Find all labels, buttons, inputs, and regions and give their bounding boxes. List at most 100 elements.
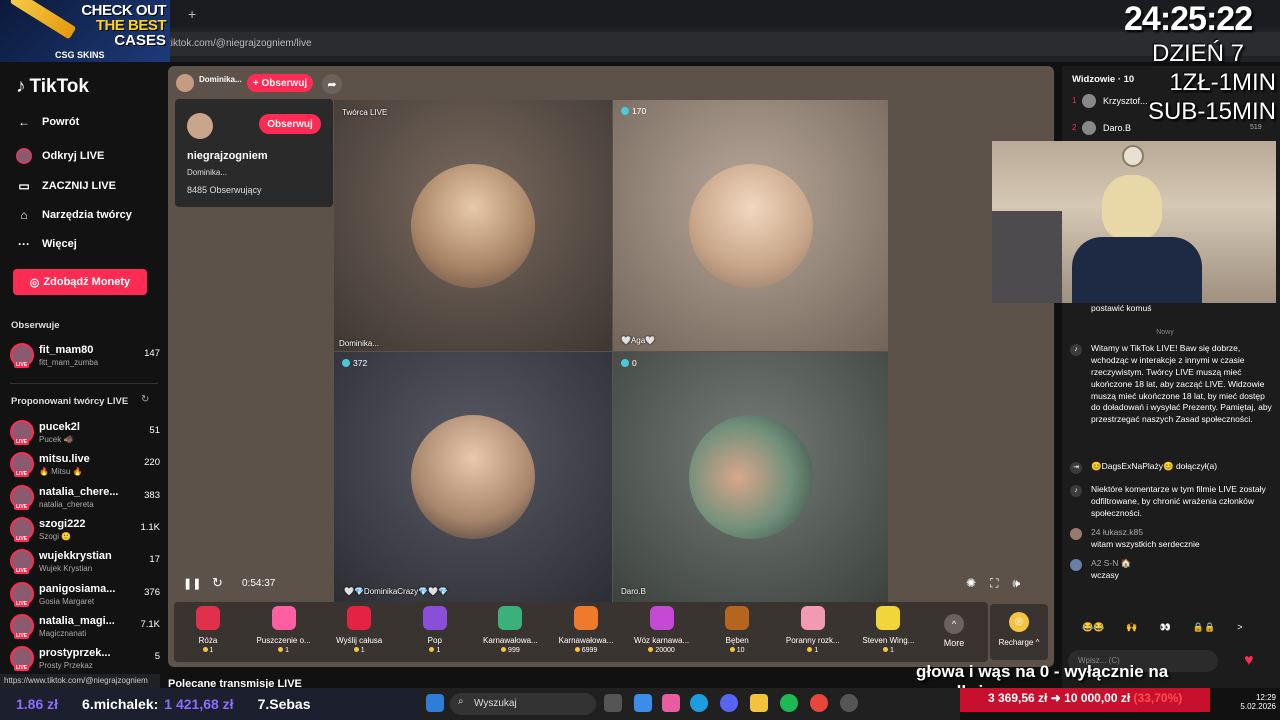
reaction-button[interactable]: 🙌 <box>1126 622 1137 633</box>
gift-item[interactable]: Karnawałowa... 999 <box>476 606 544 654</box>
widgets-icon[interactable] <box>634 694 652 712</box>
gift-name: Karnawałowa... <box>558 636 614 645</box>
tiktok-note-icon: ♪ <box>16 76 26 97</box>
viewer-name[interactable]: Daro.B <box>1103 123 1131 133</box>
suggested-header: Proponowani twórcy LIVE <box>11 396 129 407</box>
user-name: mitsu.live <box>39 453 90 466</box>
live-badge: LIVE <box>14 471 30 478</box>
gift-item[interactable]: Wóz karnawa... 20000 <box>628 606 696 654</box>
avatar[interactable] <box>187 113 213 139</box>
reaction-button[interactable]: > <box>1237 622 1242 633</box>
user-sub: Wujek Krystian <box>39 564 93 574</box>
gifts-more-button[interactable]: ^ More <box>932 614 976 648</box>
live-badge: LIVE <box>14 600 30 607</box>
suggested-creator[interactable]: LIVE natalia_chere... natalia_chereta 383 <box>10 482 160 512</box>
settings-icon[interactable]: ✺ <box>966 576 976 591</box>
participant-avatar <box>411 163 535 288</box>
message-user: A2 S-N 🏠 <box>1091 558 1132 568</box>
fullscreen-icon[interactable]: ⛶ <box>990 576 998 591</box>
explorer-icon[interactable] <box>750 694 768 712</box>
follow-button[interactable]: + Obserwuj <box>247 74 313 92</box>
stream-tile-guest[interactable]: 170 🤍Aga🤍 <box>613 100 888 351</box>
chat-message[interactable]: 24 łukasz.k85 witam wszystkich serdecznie <box>1070 527 1272 551</box>
reaction-bar: 😂😂 🙌 👀 🔒🔒 > <box>1082 622 1243 633</box>
reaction-button[interactable]: 😂😂 <box>1082 622 1104 633</box>
ticker-name: 7.Sebas <box>257 696 311 712</box>
user-name: wujekkrystian <box>39 550 112 563</box>
obs-icon[interactable] <box>840 694 858 712</box>
message-user: 24 łukasz.k85 <box>1091 527 1143 537</box>
share-icon[interactable]: ➦ <box>322 74 342 94</box>
address-bar[interactable]: tiktok.com/@niegrajzogniem/live <box>160 32 1280 56</box>
gift-price: 20000 <box>628 647 696 654</box>
nav-back[interactable]: ← Powrót <box>16 114 79 130</box>
spotify-icon[interactable] <box>780 694 798 712</box>
viewers-header[interactable]: Widzowie · 10 <box>1072 74 1134 85</box>
edge-icon[interactable] <box>690 694 708 712</box>
stream-tile-guest[interactable]: 372 🤍💎DominikaCrazy💎🤍💎 <box>334 352 612 602</box>
viewer-count: 1.1K <box>140 521 160 533</box>
volume-icon[interactable]: 🕪 <box>1012 576 1020 591</box>
participant-avatar <box>411 415 535 539</box>
suggested-creator[interactable]: LIVE pucek2l Pucek 🐗 51 <box>10 417 160 447</box>
nav-more[interactable]: ··· Więcej <box>16 236 77 252</box>
search-icon: ⌕ <box>458 696 464 707</box>
suggested-creator[interactable]: LIVE panigosiama... Gosia Margaret 376 <box>10 579 160 609</box>
following-item[interactable]: LIVE fit_mam80 fitt_mam_zumba 147 <box>10 340 160 370</box>
suggested-creator[interactable]: LIVE prostyprzek... Prosty Przekaz 5 <box>10 643 160 673</box>
reaction-button[interactable]: 👀 <box>1160 622 1171 633</box>
nav-creator-tools[interactable]: ⌂ Narzędzia twórcy <box>16 207 132 223</box>
gift-item[interactable]: Poranny rozk... 1 <box>779 606 847 654</box>
task-view-icon[interactable] <box>604 694 622 712</box>
pause-button[interactable]: ❚❚ <box>183 577 201 590</box>
knife-icon <box>9 0 77 40</box>
suggested-creator[interactable]: LIVE natalia_magi... Magicznanati 7.1K <box>10 611 160 641</box>
promo-line-3: CASES <box>114 32 166 49</box>
card-follow-button[interactable]: Obserwuj <box>259 114 321 134</box>
nav-discover-live[interactable]: Odkryj LIVE <box>16 148 104 164</box>
tiktok-logo[interactable]: ♪ TikTok <box>16 76 89 98</box>
avatar <box>1070 559 1082 571</box>
user-name: pucek2l <box>39 421 80 433</box>
gift-item[interactable]: Steven Wing... 1 <box>854 606 922 654</box>
gift-price: 1 <box>174 647 242 654</box>
host-name[interactable]: Dominika... <box>199 75 242 84</box>
message-text: Witamy w TikTok LIVE! Baw się dobrze, wc… <box>1091 343 1272 425</box>
count-value: 372 <box>353 358 368 368</box>
goal-percent: (33,70%) <box>1133 691 1183 705</box>
live-badge: LIVE <box>14 665 30 672</box>
gift-item[interactable]: Bęben 10 <box>703 606 771 654</box>
gift-item[interactable]: Puszczenie o... 1 <box>250 606 318 654</box>
gift-item[interactable]: Róża 1 <box>174 606 242 654</box>
gift-item[interactable]: Pop 1 <box>401 606 469 654</box>
get-coins-button[interactable]: ◎ Zdobądź Monety <box>13 269 147 295</box>
host-avatar[interactable] <box>176 74 194 92</box>
suggested-creator[interactable]: LIVE wujekkrystian Wujek Krystian 17 <box>10 546 160 576</box>
gift-item[interactable]: Wyślij całusa 1 <box>325 606 393 654</box>
chevron-up-icon: ^ <box>944 614 964 634</box>
chrome-icon[interactable] <box>810 694 828 712</box>
gift-icon <box>876 606 901 630</box>
new-tab-button[interactable]: + <box>188 6 196 22</box>
stream-tile-host[interactable]: Twórca LIVE Dominika... <box>334 100 612 351</box>
refresh-button[interactable]: ↻ <box>212 575 223 591</box>
nav-start-live[interactable]: ▭ ZACZNIJ LIVE <box>16 178 116 194</box>
taskbar-search[interactable]: Wyszukaj <box>450 693 596 715</box>
system-clock[interactable]: 12:29 5.02.2026 <box>1226 693 1276 711</box>
gift-item[interactable]: Karnawałowa... 6999 <box>552 606 620 654</box>
suggested-creator[interactable]: LIVE mitsu.live 🔥 Mitsu 🔥 220 <box>10 449 160 479</box>
chat-message[interactable]: A2 S-N 🏠 wczasy <box>1070 558 1272 582</box>
discord-icon[interactable] <box>720 694 738 712</box>
stream-tile-guest[interactable]: 0 Daro.B <box>613 352 888 602</box>
avatar <box>1082 121 1096 135</box>
copilot-icon[interactable] <box>662 694 680 712</box>
recharge-button[interactable]: ◎ Recharge ^ <box>990 604 1048 660</box>
refresh-icon[interactable]: ↻ <box>141 394 149 405</box>
suggested-creator[interactable]: LIVE szogi222 Szogi 🙂 1.1K <box>10 514 160 544</box>
wall-clock-icon <box>1122 145 1144 167</box>
user-name: natalia_magi... <box>39 614 115 627</box>
windows-start-icon[interactable] <box>426 694 444 712</box>
viewer-name[interactable]: Krzysztof... <box>1103 96 1148 106</box>
nav-label: Odkryj LIVE <box>42 150 105 162</box>
reaction-button[interactable]: 🔒🔒 <box>1193 622 1215 633</box>
